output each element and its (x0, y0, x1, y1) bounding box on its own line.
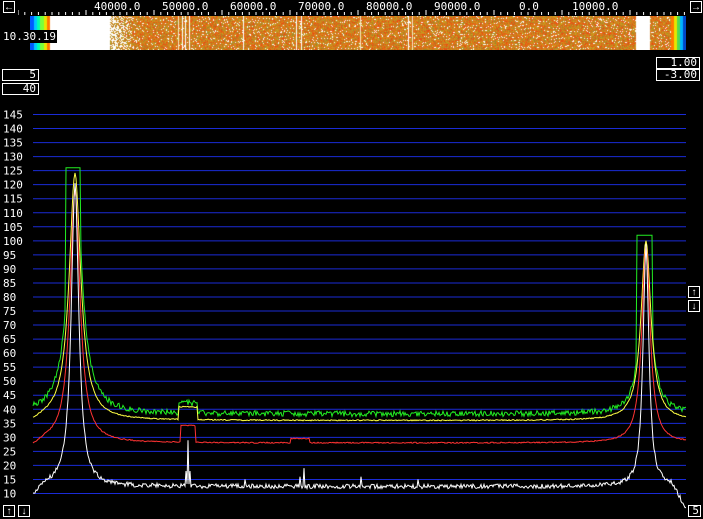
series-line-current (32, 183, 686, 509)
scroll-left-button[interactable]: ← (3, 1, 15, 13)
parameter-box-right-bottom[interactable]: -3.00 (656, 69, 700, 81)
scale-down-button[interactable]: ↓ (688, 300, 700, 312)
series-line-max (32, 167, 687, 419)
y-tick-label: 15 (3, 473, 16, 486)
corner-value-box[interactable]: 5 (688, 505, 701, 517)
series-line-min (32, 190, 687, 444)
y-tick-label: 130 (3, 151, 23, 164)
y-tick-label: 45 (3, 389, 16, 402)
y-tick-label: 40 (3, 403, 16, 416)
y-tick-label: 135 (3, 137, 23, 150)
y-tick-label: 110 (3, 207, 23, 220)
y-tick-label: 35 (3, 417, 16, 430)
y-tick-label: 30 (3, 431, 16, 444)
frequency-ruler (18, 10, 685, 15)
parameter-box-left-bottom[interactable]: 40 (2, 83, 39, 95)
y-tick-label: 75 (3, 305, 16, 318)
y-tick-label: 105 (3, 221, 23, 234)
y-tick-label: 145 (3, 109, 23, 122)
y-tick-label: 10 (3, 488, 16, 501)
scroll-right-button[interactable]: → (690, 1, 702, 13)
gridlines (33, 114, 686, 494)
y-tick-label: 25 (3, 445, 16, 458)
y-tick-label: 55 (3, 361, 16, 374)
y-tick-label: 90 (3, 263, 16, 276)
scale-up-button[interactable]: ↑ (688, 286, 700, 298)
y-tick-label: 95 (3, 249, 16, 262)
y-tick-label: 60 (3, 347, 16, 360)
waterfall-display[interactable] (30, 16, 686, 50)
y-tick-label: 100 (3, 235, 23, 248)
y-tick-label: 115 (3, 193, 23, 206)
y-tick-label: 120 (3, 179, 23, 192)
y-tick-label: 140 (3, 123, 23, 136)
y-tick-label: 85 (3, 277, 16, 290)
y-tick-label: 20 (3, 459, 16, 472)
y-tick-label: 125 (3, 165, 23, 178)
waterfall-timestamp: 10.30.19 (2, 30, 57, 43)
shift-down-button[interactable]: ↓ (18, 505, 30, 517)
y-tick-label: 70 (3, 319, 16, 332)
shift-up-button[interactable]: ↑ (3, 505, 15, 517)
parameter-box-left-top[interactable]: 5 (2, 69, 39, 81)
y-axis-tick-labels: 1015202530354045505560657075808590951001… (3, 109, 23, 501)
y-tick-label: 65 (3, 333, 16, 346)
y-tick-label: 80 (3, 291, 16, 304)
spectrum-plot: 1015202530354045505560657075808590951001… (3, 109, 687, 509)
y-tick-label: 50 (3, 375, 16, 388)
